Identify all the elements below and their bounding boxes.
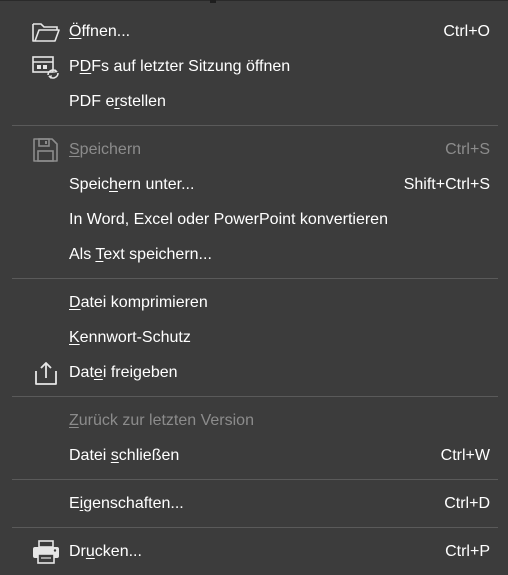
shortcut-text: Ctrl+S [445,141,490,158]
menu-item-label: Speichern [69,141,142,158]
menu-item-print[interactable]: Drucken... Ctrl+P [0,536,508,568]
menu-item-label: Als Text speichern... [69,246,212,263]
menu-item-label: Drucken... [69,543,142,560]
recent-pdf-sync-icon [30,53,62,81]
menu-anchor-notch [210,0,216,3]
menu-item-label: Datei komprimieren [69,294,208,311]
menu-separator [12,396,498,397]
shortcut-text: Shift+Ctrl+S [403,176,490,193]
shortcut-text: Ctrl+D [444,495,490,512]
menu-item-label: Zurück zur letzten Version [69,412,254,429]
menu-item-label: Öffnen... [69,23,131,40]
menu-item-open[interactable]: Öffnen... Ctrl+O [0,16,508,48]
menu-separator [12,125,498,126]
menu-item-create-pdf[interactable]: PDF erstellen [0,86,508,118]
menu-item-open-last-session[interactable]: PDFs auf letzter Sitzung öffnen [0,51,508,83]
menu-item-properties[interactable]: Eigenschaften... Ctrl+D [0,488,508,520]
menu-separator [12,527,498,528]
shortcut-text: Ctrl+O [443,23,490,40]
printer-icon [30,538,62,566]
save-icon [30,136,62,164]
menu-item-label: Datei schließen [69,447,180,464]
shortcut-text: Ctrl+W [440,447,490,464]
menu-item-label: PDFs auf letzter Sitzung öffnen [69,58,291,75]
menu-item-save-as-text[interactable]: Als Text speichern... [0,239,508,271]
menu-item-label: In Word, Excel oder PowerPoint konvertie… [69,211,388,228]
menu-item-password-protect[interactable]: Kennwort-Schutz [0,322,508,354]
menu-item-share[interactable]: Datei freigeben [0,357,508,389]
menu-item-label: PDF erstellen [69,93,166,110]
file-menu: Öffnen... Ctrl+O PDFs auf letzter Sitzun… [0,0,508,575]
menu-item-convert-office[interactable]: In Word, Excel oder PowerPoint konvertie… [0,204,508,236]
menu-item-label: Datei freigeben [69,364,178,381]
menu-item-close-file[interactable]: Datei schließen Ctrl+W [0,440,508,472]
share-icon [30,359,62,387]
menu-separator [12,479,498,480]
menu-item-compress[interactable]: Datei komprimieren [0,287,508,319]
menu-item-save-as[interactable]: Speichern unter... Shift+Ctrl+S [0,169,508,201]
menu-separator [12,278,498,279]
menu-item-label: Kennwort-Schutz [69,329,191,346]
menu-item-label: Speichern unter... [69,176,195,193]
shortcut-text: Ctrl+P [445,543,490,560]
folder-open-icon [30,18,62,46]
menu-item-save[interactable]: Speichern Ctrl+S [0,134,508,166]
menu-item-label: Eigenschaften... [69,495,184,512]
menu-item-revert[interactable]: Zurück zur letzten Version [0,405,508,437]
